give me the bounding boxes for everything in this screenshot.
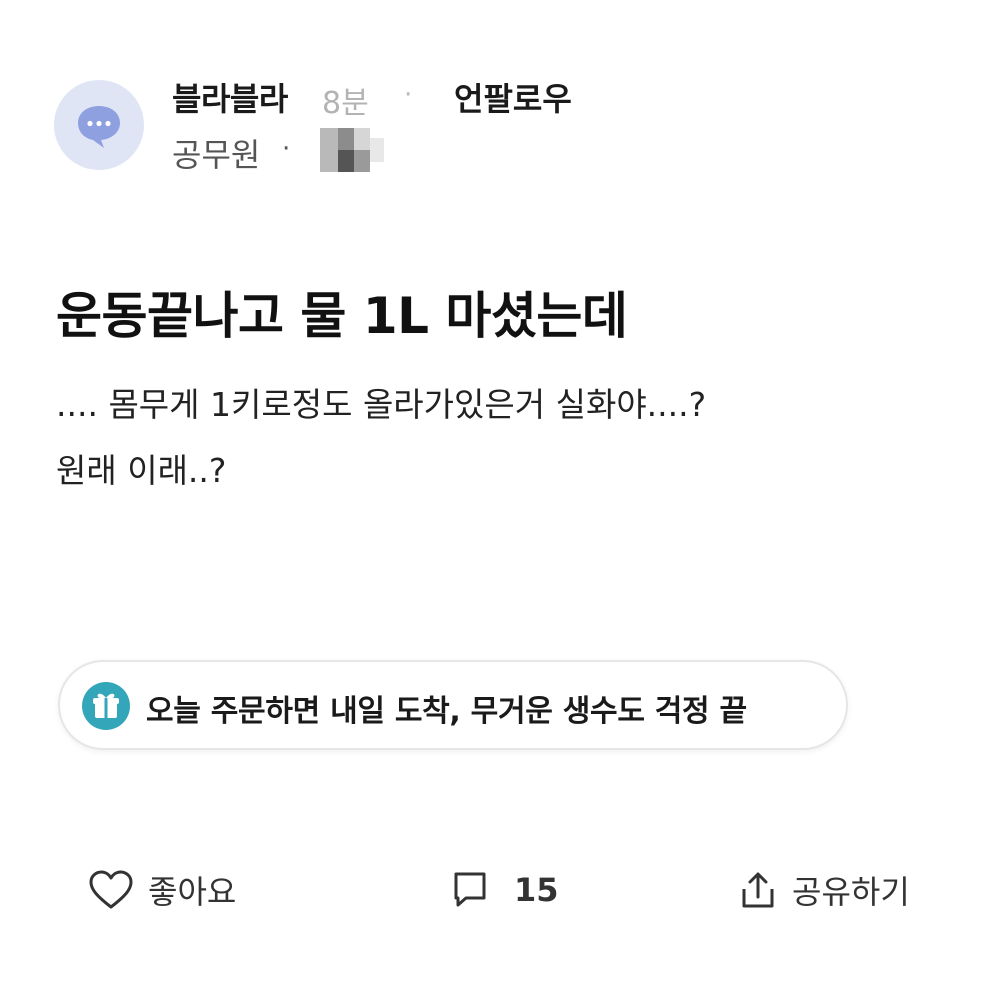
unfollow-button[interactable]: 언팔로우 bbox=[454, 74, 572, 120]
gift-icon bbox=[82, 682, 130, 730]
job-label: 공무원 bbox=[172, 136, 261, 174]
comment-count: 15 bbox=[514, 871, 559, 909]
share-label: 공유하기 bbox=[792, 873, 910, 911]
avatar[interactable] bbox=[54, 80, 144, 170]
chat-bubble-icon bbox=[78, 106, 120, 148]
post-page: 블라블라 8분 · 언팔로우 공무원 · 운동끝나고 물 1L 마셨는데 ...… bbox=[0, 0, 1000, 998]
post-title: 운동끝나고 물 1L 마셨는데 bbox=[56, 287, 628, 345]
share-button[interactable]: 공유하기 bbox=[738, 862, 910, 918]
post-body: .... 몸무게 1키로정도 올라가있은거 실화야....? 원래 이래..? bbox=[56, 372, 956, 504]
like-button[interactable]: 좋아요 bbox=[88, 862, 236, 918]
meta-separator-2: · bbox=[282, 134, 291, 164]
author-name[interactable]: 블라블라 bbox=[172, 74, 288, 120]
heart-icon bbox=[89, 870, 133, 909]
comment-icon bbox=[454, 872, 486, 907]
post-body-line: .... 몸무게 1키로정도 올라가있은거 실화야....? bbox=[56, 385, 707, 424]
post-time: 8분 bbox=[322, 86, 369, 121]
ad-banner-button[interactable]: 오늘 주문하면 내일 도착, 무거운 생수도 걱정 끝 bbox=[58, 660, 848, 750]
post-body-line: 원래 이래..? bbox=[56, 451, 227, 490]
like-label: 좋아요 bbox=[148, 873, 237, 911]
share-icon bbox=[742, 872, 774, 908]
ad-text: 오늘 주문하면 내일 도착, 무거운 생수도 걱정 끝 bbox=[146, 694, 747, 729]
blurred-company-mosaic bbox=[320, 128, 384, 172]
meta-separator: · bbox=[404, 80, 413, 110]
comment-button[interactable]: 15 bbox=[452, 862, 559, 918]
